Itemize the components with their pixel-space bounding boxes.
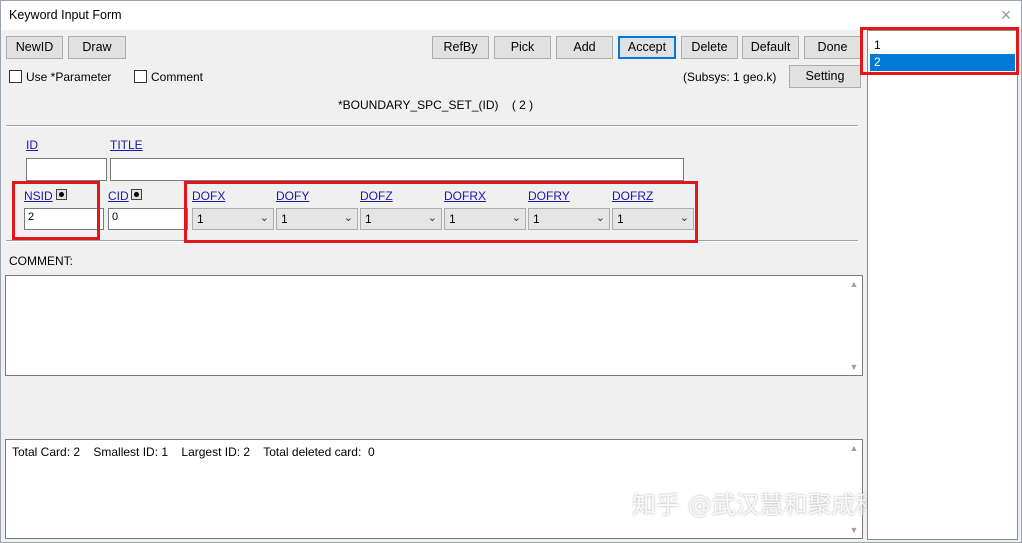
comment-option[interactable]: Comment xyxy=(134,70,203,84)
title-field[interactable] xyxy=(110,158,684,181)
cid-label[interactable]: CID xyxy=(108,189,129,203)
title-bar xyxy=(0,0,1022,30)
keyword-count: ( 2 ) xyxy=(511,98,534,112)
summary-text: Total Card: 2 Smallest ID: 1 Largest ID:… xyxy=(12,445,375,459)
comment-option-label: Comment xyxy=(151,70,204,84)
separator xyxy=(6,125,858,127)
id-label[interactable]: ID xyxy=(26,138,38,152)
default-button[interactable]: Default xyxy=(742,36,799,59)
scroll-up-icon[interactable]: ▲ xyxy=(846,443,862,453)
scroll-down-icon[interactable]: ▼ xyxy=(846,525,862,535)
window-title: Keyword Input Form xyxy=(9,8,122,22)
highlight-box-nsid xyxy=(12,181,100,240)
draw-button[interactable]: Draw xyxy=(68,36,126,59)
id-list[interactable]: 1 2 xyxy=(867,30,1018,540)
pick-button[interactable]: Pick xyxy=(494,36,551,59)
keyword-title: *BOUNDARY_SPC_SET_(ID) ( 2 ) xyxy=(338,98,533,112)
cid-field[interactable]: 0 xyxy=(108,208,188,230)
newid-button[interactable]: NewID xyxy=(6,36,63,59)
use-parameter-checkbox[interactable] xyxy=(9,70,22,83)
comment-label: COMMENT: xyxy=(9,254,73,268)
comment-checkbox[interactable] xyxy=(134,70,147,83)
accept-button[interactable]: Accept xyxy=(618,36,676,59)
scroll-up-icon[interactable]: ▲ xyxy=(846,279,862,289)
keyword-name: *BOUNDARY_SPC_SET_(ID) xyxy=(338,98,499,112)
refby-button[interactable]: RefBy xyxy=(432,36,489,59)
delete-button[interactable]: Delete xyxy=(681,36,738,59)
close-icon[interactable]: × xyxy=(996,4,1016,26)
comment-scrollbar[interactable]: ▲ ▼ xyxy=(846,276,862,375)
use-parameter-option[interactable]: Use *Parameter xyxy=(9,70,111,84)
done-button[interactable]: Done xyxy=(804,36,861,59)
setting-button[interactable]: Setting xyxy=(789,65,861,88)
title-label[interactable]: TITLE xyxy=(110,138,143,152)
add-button[interactable]: Add xyxy=(556,36,613,59)
use-parameter-label: Use *Parameter xyxy=(26,70,112,84)
subsys-label: (Subsys: 1 geo.k) xyxy=(683,70,777,84)
comment-textarea[interactable]: ▲ ▼ xyxy=(5,275,863,376)
id-field[interactable] xyxy=(26,158,107,181)
highlight-box-dofs xyxy=(184,181,698,243)
highlight-box-list xyxy=(860,27,1019,75)
scroll-down-icon[interactable]: ▼ xyxy=(846,362,862,372)
cid-pick-icon[interactable] xyxy=(131,189,142,200)
